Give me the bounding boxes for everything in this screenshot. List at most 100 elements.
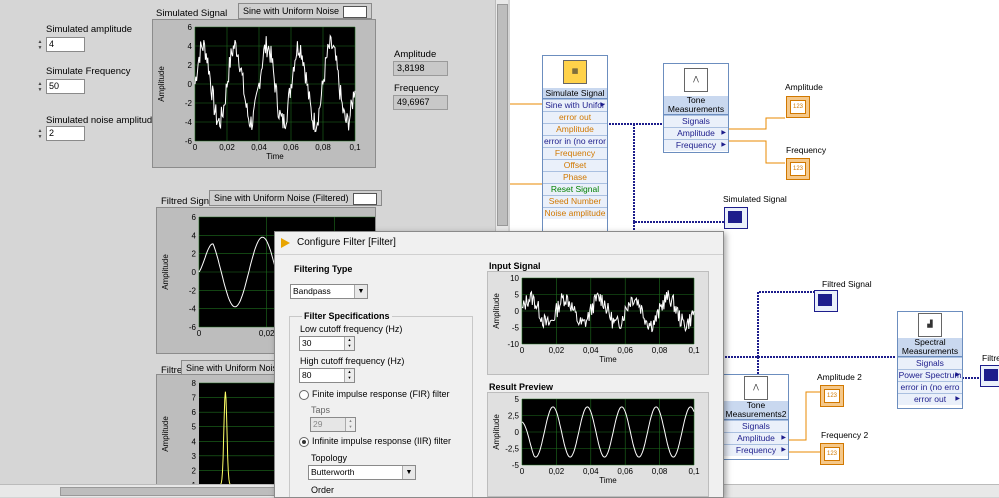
spinner-icon[interactable]: ▲ ▼ bbox=[345, 418, 355, 431]
x-axis-label: Time bbox=[599, 355, 617, 364]
increment-decrement-icon[interactable]: ▲ ▼ bbox=[36, 79, 44, 94]
simulated-signal-graph-terminal[interactable] bbox=[724, 207, 748, 229]
terminal-frequency[interactable]: Frequency ▶ bbox=[724, 444, 788, 456]
terminal-label: Signals bbox=[682, 116, 710, 126]
filtering-type-select[interactable]: Bandpass ▼ bbox=[290, 284, 368, 299]
increment-decrement-icon[interactable]: ▲ ▼ bbox=[36, 126, 44, 141]
simulated-signal-chart: 6420-2-4-60 0,02 0,04 0,06 0,08 0,1AmplitudeT… bbox=[157, 23, 361, 161]
terminal-reset-signal[interactable]: Reset Signal bbox=[543, 183, 607, 195]
spectrum-graph-terminal[interactable] bbox=[980, 365, 999, 387]
terminal-sine-output[interactable]: Sine with Unifor ▶ bbox=[543, 99, 607, 111]
terminal-signals[interactable]: Signals bbox=[898, 357, 962, 369]
y-axis-label: Amplitude bbox=[161, 416, 170, 452]
y-tick-label: 0 bbox=[515, 428, 520, 437]
fir-radio[interactable] bbox=[299, 390, 309, 400]
simulated-amplitude-label: Simulated amplitude bbox=[46, 24, 133, 35]
topology-select[interactable]: Butterworth ▼ bbox=[308, 465, 416, 480]
terminal-label: Noise amplitude bbox=[544, 208, 606, 218]
chevron-down-icon[interactable]: ▼ bbox=[354, 285, 367, 298]
spectral-measurements-title: Spectral Measurements bbox=[898, 338, 962, 357]
chevron-down-icon[interactable]: ▼ bbox=[402, 466, 415, 479]
terminal-frequency[interactable]: Frequency bbox=[543, 147, 607, 159]
simulate-frequency-control[interactable]: ▲ ▼ 50 bbox=[36, 79, 85, 94]
terminal-label: Power Spectrum bbox=[898, 370, 962, 380]
high-cutoff-value: 80 bbox=[302, 370, 312, 380]
simulated-noise-amplitude-input[interactable]: 2 bbox=[46, 126, 85, 141]
terminal-label: Sine with Unifor bbox=[545, 100, 605, 110]
spinner-icon[interactable]: ▲ ▼ bbox=[344, 369, 354, 382]
taps-input[interactable]: 29 ▲ ▼ bbox=[310, 417, 356, 432]
filtering-type-label: Filtering Type bbox=[294, 264, 353, 274]
terminal-offset[interactable]: Offset bbox=[543, 159, 607, 171]
terminal-label: error out bbox=[913, 394, 947, 404]
increment-decrement-icon[interactable]: ▲ ▼ bbox=[36, 37, 44, 52]
filtred-signal-graph-terminal[interactable] bbox=[814, 290, 838, 312]
simulated-signal-plot-legend[interactable]: Sine with Uniform Noise bbox=[238, 3, 373, 19]
iir-label: Infinite impulse response (IIR) filter bbox=[312, 436, 452, 446]
plot-style-icon bbox=[352, 192, 377, 205]
simulated-signal-graph[interactable]: 6 4 2 0 -2 -4 -6 0 0,02 0,04 0,06 0,08 0,1 Amplitude T… bbox=[152, 19, 376, 168]
terminal-label: Amplitude bbox=[677, 128, 715, 138]
x-tick-label: 0,02 bbox=[549, 467, 565, 476]
y-tick-label: -6 bbox=[185, 137, 193, 146]
terminal-amplitude[interactable]: Amplitude ▶ bbox=[724, 432, 788, 444]
scrollbar-thumb[interactable] bbox=[497, 4, 508, 226]
y-tick-label: 2,5 bbox=[508, 412, 520, 421]
amplitude-numeric-indicator[interactable]: 123 bbox=[786, 96, 810, 118]
y-tick-label: -2,5 bbox=[505, 445, 519, 454]
terminal-amplitude[interactable]: Amplitude ▶ bbox=[664, 127, 728, 139]
tone-measurements2-icon: ⋀ bbox=[724, 375, 788, 401]
frequency2-numeric-indicator[interactable]: 123 bbox=[820, 443, 844, 465]
terminal-error-out[interactable]: error out bbox=[543, 111, 607, 123]
terminal-seed-number[interactable]: Seed Number bbox=[543, 195, 607, 207]
labview-play-icon bbox=[281, 238, 290, 248]
iir-radio[interactable] bbox=[299, 437, 309, 447]
legend-text: Sine with Uniform Noise (Filtered) bbox=[214, 193, 349, 203]
terminal-error-in[interactable]: error in (no error bbox=[543, 135, 607, 147]
output-arrow-icon: ▶ bbox=[955, 372, 960, 378]
y-tick-label: -4 bbox=[189, 305, 197, 314]
high-cutoff-input[interactable]: 80 ▲ ▼ bbox=[299, 368, 355, 383]
taps-label: Taps bbox=[311, 405, 331, 415]
terminal-error-out[interactable]: error out ▶ bbox=[898, 393, 962, 405]
tone-measurements-express-vi[interactable]: ⋀ Tone Measurements Signals Amplitude ▶ F… bbox=[663, 63, 729, 153]
amplitude2-terminal-label: Amplitude 2 bbox=[817, 372, 862, 382]
terminal-error-in[interactable]: error in (no erro bbox=[898, 381, 962, 393]
y-tick-label: -10 bbox=[507, 340, 519, 349]
simulate-signal-express-vi[interactable]: ▦ Simulate Signal Sine with Unifor ▶ erro… bbox=[542, 55, 608, 237]
tone-measurements2-express-vi[interactable]: ⋀ Tone Measurements2 Signals Amplitude ▶ … bbox=[723, 374, 789, 460]
simulated-amplitude-input[interactable]: 4 bbox=[46, 37, 85, 52]
simulated-amplitude-control[interactable]: ▲ ▼ 4 bbox=[36, 37, 85, 52]
simulated-noise-amplitude-control[interactable]: ▲ ▼ 2 bbox=[36, 126, 85, 141]
configure-filter-dialog[interactable]: Configure Filter [Filter] Filtering Type… bbox=[274, 231, 724, 498]
frequency-numeric-indicator[interactable]: 123 bbox=[786, 158, 810, 180]
x-tick-label: 0 bbox=[520, 346, 525, 355]
terminal-label: error in (no erro bbox=[900, 382, 960, 392]
terminal-phase[interactable]: Phase bbox=[543, 171, 607, 183]
y-tick-label: 6 bbox=[192, 213, 197, 222]
terminal-frequency[interactable]: Frequency ▶ bbox=[664, 139, 728, 151]
terminal-noise-amplitude[interactable]: Noise amplitude bbox=[543, 207, 607, 219]
numeric-icon: 123 bbox=[790, 162, 806, 176]
terminal-label: Seed Number bbox=[548, 196, 602, 206]
x-tick-label: 0 bbox=[193, 143, 198, 152]
simulate-frequency-input[interactable]: 50 bbox=[46, 79, 85, 94]
y-tick-label: 6 bbox=[188, 23, 193, 32]
x-tick-label: 0,02 bbox=[259, 329, 275, 338]
terminal-signals[interactable]: Signals bbox=[664, 115, 728, 127]
simulated-signal-terminal-label: Simulated Signal bbox=[723, 194, 787, 204]
low-cutoff-input[interactable]: 30 ▲ ▼ bbox=[299, 336, 355, 351]
result-preview-chart: 52,50-2,5-50 0,02 0,04 0,06 0,08 0,1Amplitude… bbox=[492, 395, 700, 485]
output-arrow-icon: ▶ bbox=[721, 130, 726, 136]
terminal-amplitude[interactable]: Amplitude bbox=[543, 123, 607, 135]
filtred-signal-plot-legend[interactable]: Sine with Uniform Noise (Filtered) bbox=[209, 190, 382, 206]
x-tick-label: 0 bbox=[197, 329, 202, 338]
spinner-icon[interactable]: ▲ ▼ bbox=[344, 337, 354, 350]
y-tick-label: -5 bbox=[512, 461, 520, 470]
dialog-title-bar[interactable]: Configure Filter [Filter] bbox=[275, 232, 723, 255]
terminal-power-spectrum[interactable]: Power Spectrum ▶ bbox=[898, 369, 962, 381]
amplitude2-numeric-indicator[interactable]: 123 bbox=[820, 385, 844, 407]
spectral-measurements-express-vi[interactable]: ▟ Spectral Measurements Signals Power Sp… bbox=[897, 311, 963, 409]
result-preview-label: Result Preview bbox=[489, 382, 554, 392]
terminal-signals[interactable]: Signals bbox=[724, 420, 788, 432]
